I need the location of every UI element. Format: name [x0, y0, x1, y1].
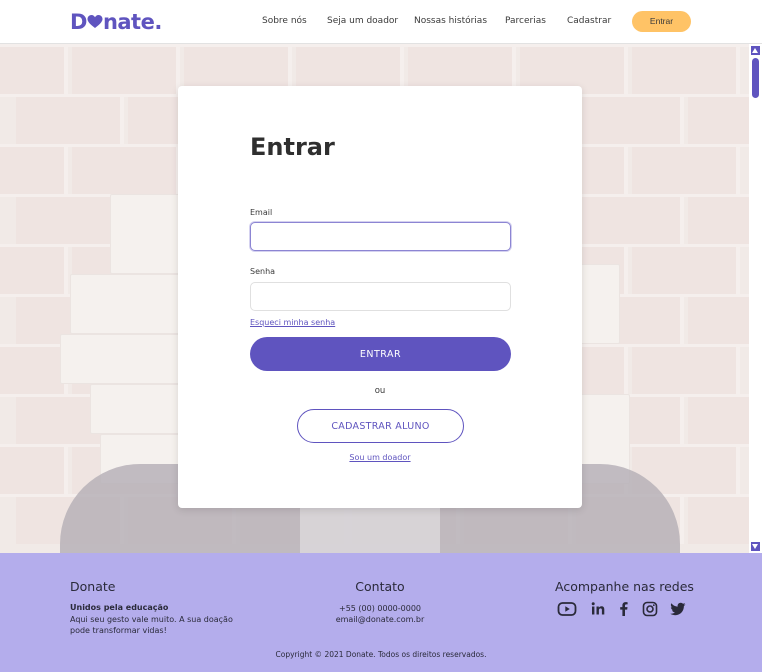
or-separator: ou: [374, 386, 386, 396]
scroll-down-icon[interactable]: [751, 542, 760, 551]
nav-seja-doador[interactable]: Seja um doador: [327, 16, 398, 26]
logo-text-end: nate.: [102, 10, 162, 34]
site-header: Dnate. Sobre nós Seja um doador Nossas h…: [0, 0, 762, 44]
login-title: Entrar: [250, 133, 335, 161]
nav-sobre-nos[interactable]: Sobre nós: [262, 16, 307, 26]
twitter-icon[interactable]: [669, 600, 687, 618]
instagram-icon[interactable]: [641, 600, 659, 618]
forgot-password-link[interactable]: Esqueci minha senha: [250, 318, 335, 327]
login-card: Entrar Email Senha Esqueci minha senha E…: [178, 86, 582, 508]
page-scrollbar[interactable]: [749, 44, 762, 553]
login-submit-button[interactable]: ENTRAR: [250, 337, 511, 371]
email-label: Email: [250, 208, 273, 217]
password-field[interactable]: [250, 282, 511, 311]
nav-cadastrar[interactable]: Cadastrar: [567, 16, 611, 26]
footer-brand-text-2: pode transformar vidas!: [70, 626, 167, 635]
footer-copyright: Copyright © 2021 Donate. Todos os direit…: [275, 650, 487, 659]
register-student-button[interactable]: CADASTRAR ALUNO: [297, 409, 464, 443]
youtube-icon[interactable]: [557, 600, 577, 618]
scroll-up-icon[interactable]: [751, 46, 760, 55]
donor-link[interactable]: Sou um doador: [178, 453, 582, 462]
password-label: Senha: [250, 267, 276, 276]
linkedin-icon[interactable]: [589, 600, 607, 618]
logo-text-start: D: [70, 10, 87, 34]
footer-email[interactable]: email@donate.com.br: [300, 615, 460, 624]
footer-brand-title: Donate: [70, 579, 116, 594]
facebook-icon[interactable]: [615, 600, 633, 618]
nav-parcerias[interactable]: Parcerias: [505, 16, 546, 26]
footer-phone: +55 (00) 0000-0000: [339, 604, 421, 613]
footer-contact-title: Contato: [355, 579, 405, 594]
header-login-button[interactable]: Entrar: [632, 11, 691, 32]
footer-social-title: Acompanhe nas redes: [555, 579, 694, 594]
footer-brand-tagline: Unidos pela educação: [70, 603, 169, 612]
heart-icon: [87, 9, 103, 35]
donate-logo[interactable]: Dnate.: [70, 9, 162, 35]
footer-brand-text-1: Aqui seu gesto vale muito. A sua doação: [70, 615, 233, 624]
nav-nossas-historias[interactable]: Nossas histórias: [414, 16, 487, 26]
scroll-thumb[interactable]: [752, 58, 759, 98]
email-field[interactable]: [250, 222, 511, 251]
site-footer: Donate Unidos pela educação Aqui seu ges…: [0, 553, 762, 672]
